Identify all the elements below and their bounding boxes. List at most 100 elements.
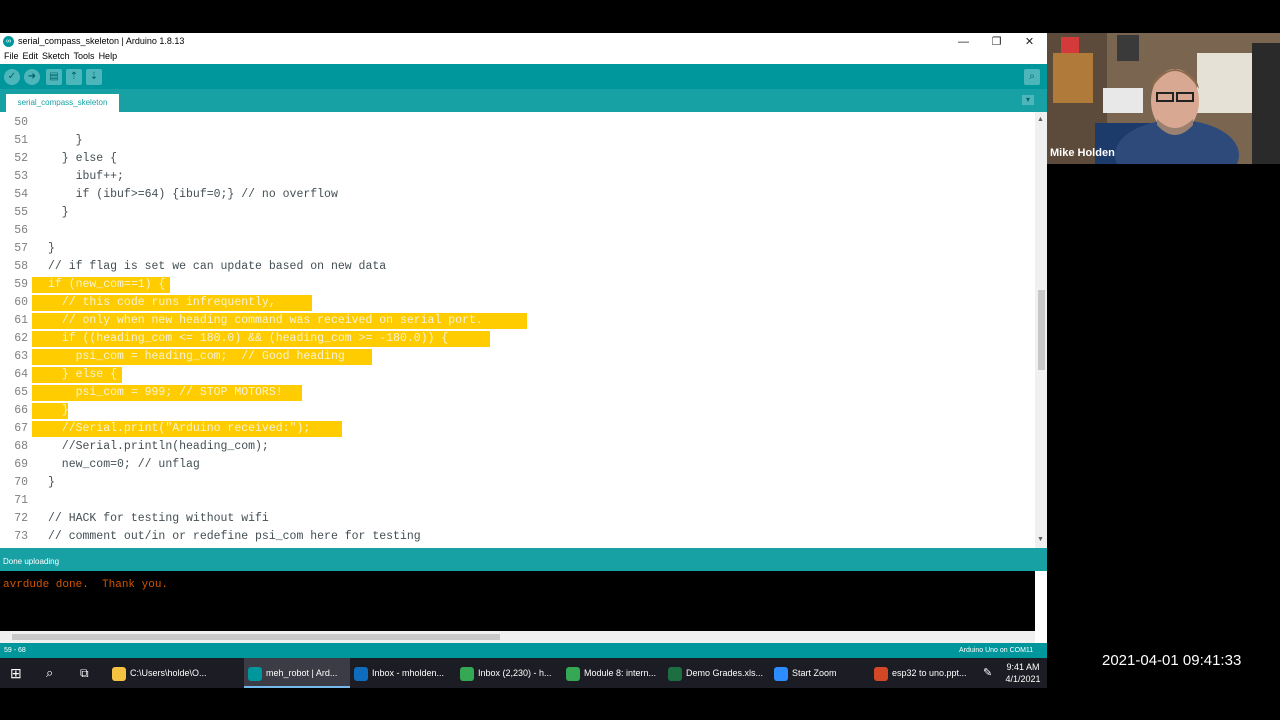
taskbar-app[interactable]: Inbox (2,230) - h... xyxy=(456,658,562,688)
close-button[interactable]: ✕ xyxy=(1013,33,1046,51)
code-line[interactable]: 64 } else { xyxy=(0,366,1035,384)
app-icon xyxy=(774,666,788,681)
taskbar-app[interactable]: Inbox - mholden... xyxy=(350,658,456,688)
code-line[interactable]: 58 // if flag is set we can update based … xyxy=(0,258,1035,276)
taskbar-app[interactable]: Demo Grades.xls... xyxy=(664,658,770,688)
verify-icon[interactable]: ✓ xyxy=(4,69,20,85)
code-line[interactable]: 50 xyxy=(0,114,1035,132)
code-line[interactable]: 67 //Serial.print("Arduino received:"); xyxy=(0,420,1035,438)
line-number: 63 xyxy=(14,350,28,363)
code-text: // HACK for testing without wifi xyxy=(48,512,269,525)
app-icon xyxy=(460,666,474,681)
line-number: 56 xyxy=(14,224,28,237)
code-line[interactable]: 52 } else { xyxy=(0,150,1035,168)
vertical-scroll-thumb[interactable] xyxy=(1038,290,1045,370)
code-text: } xyxy=(48,134,83,147)
tab-menu-icon[interactable]: ▾ xyxy=(1022,95,1034,105)
line-number: 62 xyxy=(14,332,28,345)
footer-bar: 59 - 68 Arduino Uno on COM11 xyxy=(0,643,1047,658)
code-line[interactable]: 55 } xyxy=(0,204,1035,222)
app-icon xyxy=(354,666,368,681)
restore-button[interactable]: ❐ xyxy=(980,33,1013,51)
toolbar: ✓ ➜ ▤ ⇡ ⇣ ⌕ xyxy=(0,64,1047,89)
code-line[interactable]: 70} xyxy=(0,474,1035,492)
save-icon[interactable]: ⇣ xyxy=(86,69,102,85)
menu-tools[interactable]: Tools xyxy=(74,51,95,61)
code-text: ibuf++; xyxy=(48,170,124,183)
board-port: Arduino Uno on COM11 xyxy=(959,647,1034,654)
code-line[interactable]: 54 if (ibuf>=64) {ibuf=0;} // no overflo… xyxy=(0,186,1035,204)
code-line[interactable]: 59 if (new_com==1) { xyxy=(0,276,1035,294)
console-output: avrdude done. Thank you. xyxy=(0,571,1035,631)
line-number: 58 xyxy=(14,260,28,273)
menu-edit[interactable]: Edit xyxy=(23,51,39,61)
line-number: 72 xyxy=(14,512,28,525)
task-view-icon[interactable]: ⧉ xyxy=(80,658,89,688)
new-icon[interactable]: ▤ xyxy=(46,69,62,85)
minimize-button[interactable]: — xyxy=(947,33,980,51)
code-text: // this code runs infrequently, xyxy=(48,296,276,309)
code-text: if (new_com==1) { xyxy=(48,278,166,291)
code-line[interactable]: 72 // HACK for testing without wifi xyxy=(0,510,1035,528)
open-icon[interactable]: ⇡ xyxy=(66,69,82,85)
line-number: 60 xyxy=(14,296,28,309)
taskbar-app-label: esp32 to uno.ppt... xyxy=(892,668,967,678)
line-number: 70 xyxy=(14,476,28,489)
recording-timestamp: 2021-04-01 09:41:33 xyxy=(1102,652,1242,669)
line-number: 67 xyxy=(14,422,28,435)
code-line[interactable]: 66 } xyxy=(0,402,1035,420)
webcam-image xyxy=(1047,33,1280,164)
code-line[interactable]: 68 //Serial.println(heading_com); xyxy=(0,438,1035,456)
horizontal-scroll-thumb[interactable] xyxy=(12,634,500,640)
code-line[interactable]: 63 psi_com = heading_com; // Good headin… xyxy=(0,348,1035,366)
code-line[interactable]: 69 new_com=0; // unflag xyxy=(0,456,1035,474)
line-number: 73 xyxy=(14,530,28,543)
code-line[interactable]: 51 } xyxy=(0,132,1035,150)
taskbar-app[interactable]: esp32 to uno.ppt... xyxy=(870,658,976,688)
code-editor[interactable]: 50 51 } 52 } else {53 ibuf++; 54 if (ibuf>=… xyxy=(0,112,1035,548)
menu-sketch[interactable]: Sketch xyxy=(42,51,70,61)
windows-start-icon[interactable]: ⊞ xyxy=(10,658,22,688)
taskbar-app-label: Inbox (2,230) - h... xyxy=(478,668,552,678)
code-line[interactable]: 71 xyxy=(0,492,1035,510)
code-text: psi_com = 999; // STOP MOTORS! xyxy=(48,386,283,399)
code-line[interactable]: 56 xyxy=(0,222,1035,240)
app-icon xyxy=(874,666,888,681)
code-line[interactable]: 57} xyxy=(0,240,1035,258)
pen-icon[interactable]: ✎ xyxy=(983,658,992,688)
line-number: 53 xyxy=(14,170,28,183)
taskbar-app[interactable]: meh_robot | Ard... xyxy=(244,658,350,688)
taskbar-app[interactable]: C:\Users\holde\O... xyxy=(108,658,214,688)
search-icon[interactable]: ⌕ xyxy=(46,658,53,688)
line-number: 65 xyxy=(14,386,28,399)
webcam-video xyxy=(1047,33,1280,164)
upload-icon[interactable]: ➜ xyxy=(24,69,40,85)
menu-file[interactable]: File xyxy=(4,51,19,61)
code-line[interactable]: 73 // comment out/in or redefine psi_com … xyxy=(0,528,1035,546)
code-line[interactable]: 53 ibuf++; xyxy=(0,168,1035,186)
magnifier-icon[interactable]: ⌕ xyxy=(1024,69,1040,85)
taskbar-app[interactable]: Module 8: intern... xyxy=(562,658,668,688)
code-text: // if flag is set we can update based on… xyxy=(48,260,387,273)
taskbar-app[interactable]: Start Zoom xyxy=(770,658,876,688)
line-number: 71 xyxy=(14,494,28,507)
code-line[interactable]: 60 // this code runs infrequently, xyxy=(0,294,1035,312)
line-number: 69 xyxy=(14,458,28,471)
code-text: if (ibuf>=64) {ibuf=0;} // no overflow xyxy=(48,188,338,201)
tab-sketch[interactable]: serial_compass_skeleton xyxy=(6,94,119,112)
window-title: serial_compass_skeleton | Arduino 1.8.13 xyxy=(18,36,185,46)
tab-bar: serial_compass_skeleton ▾ xyxy=(0,89,1047,112)
code-line[interactable]: 65 psi_com = 999; // STOP MOTORS! xyxy=(0,384,1035,402)
line-number: 52 xyxy=(14,152,28,165)
menu-help[interactable]: Help xyxy=(99,51,118,61)
cursor-position: 59 - 68 xyxy=(4,647,26,654)
participant-name: Mike Holden xyxy=(1050,147,1115,159)
code-line[interactable]: 61 // only when new heading command was … xyxy=(0,312,1035,330)
code-text: // comment out/in or redefine psi_com he… xyxy=(48,530,421,543)
clock[interactable]: 9:41 AM 4/1/2021 xyxy=(1003,661,1043,685)
scroll-up-icon[interactable]: ▲ xyxy=(1037,116,1044,123)
code-line[interactable]: 62 if ((heading_com <= 180.0) && (headin… xyxy=(0,330,1035,348)
taskbar-app-label: Demo Grades.xls... xyxy=(686,668,764,678)
scroll-down-icon[interactable]: ▼ xyxy=(1037,536,1044,543)
active-indicator xyxy=(244,686,350,688)
